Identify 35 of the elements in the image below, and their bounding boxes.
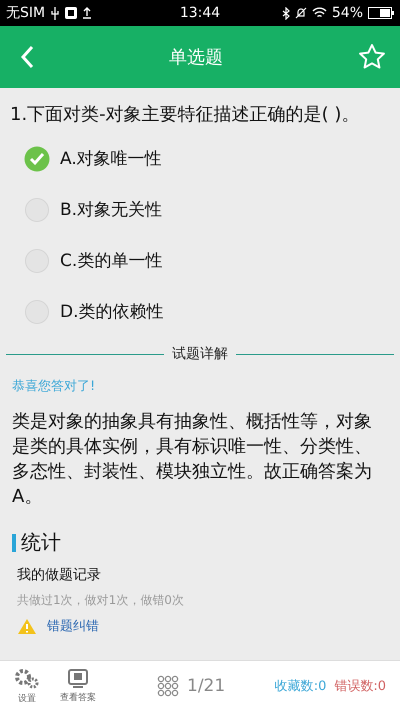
- record-summary: 共做过1次，做对1次，做错0次: [16, 592, 185, 609]
- usb-icon: [51, 6, 60, 20]
- settings-icon: [14, 668, 40, 690]
- battery-percent: 54%: [332, 5, 364, 21]
- star-icon[interactable]: [358, 43, 386, 71]
- muted-bell-icon: [294, 7, 307, 19]
- report-error-link[interactable]: 错题纠错: [47, 617, 99, 635]
- grid-icon: [157, 675, 179, 697]
- heading-marker: [12, 534, 16, 552]
- clock-text: 13:44: [180, 5, 220, 21]
- errors-count: 错误数:0: [334, 678, 386, 695]
- section-heading: 试题详解: [172, 345, 228, 363]
- wifi-icon: [312, 7, 327, 19]
- question-text: 1.下面对类-对象主要特征描述正确的是( )。: [9, 103, 360, 127]
- explanation-text: 类是对象的抽象具有抽象性、概括性等，对象是类的具体实例，具有标识唯一性、分类性、多态性、封装性、模块独立性。故正确答案为A。: [11, 410, 373, 509]
- result-message: 恭喜您答对了!: [11, 378, 96, 395]
- battery-icon: [368, 7, 394, 19]
- back-icon[interactable]: [20, 45, 34, 69]
- upload-icon: [83, 7, 92, 19]
- progress-button[interactable]: 1/21: [151, 674, 232, 698]
- favorites-count: 收藏数:0: [274, 678, 326, 695]
- monitor-icon: [68, 668, 88, 688]
- answer-option[interactable]: A.对象唯一性: [0, 133, 400, 184]
- answer-option[interactable]: C.类的单一性: [0, 235, 400, 286]
- settings-button[interactable]: 设置: [14, 668, 40, 704]
- bluetooth-icon: [282, 6, 290, 20]
- answer-option[interactable]: D.类的依赖性: [0, 286, 400, 337]
- answer-option[interactable]: B.对象无关性: [0, 184, 400, 235]
- view-answer-button[interactable]: 查看答案: [60, 668, 96, 704]
- record-title: 我的做题记录: [16, 566, 102, 584]
- page-title: 单选题: [169, 46, 223, 69]
- notification-icon: [65, 7, 78, 19]
- warning-icon: [17, 618, 37, 634]
- carrier-text: 无SIM: [6, 4, 46, 22]
- section-heading: 统计: [21, 529, 61, 556]
